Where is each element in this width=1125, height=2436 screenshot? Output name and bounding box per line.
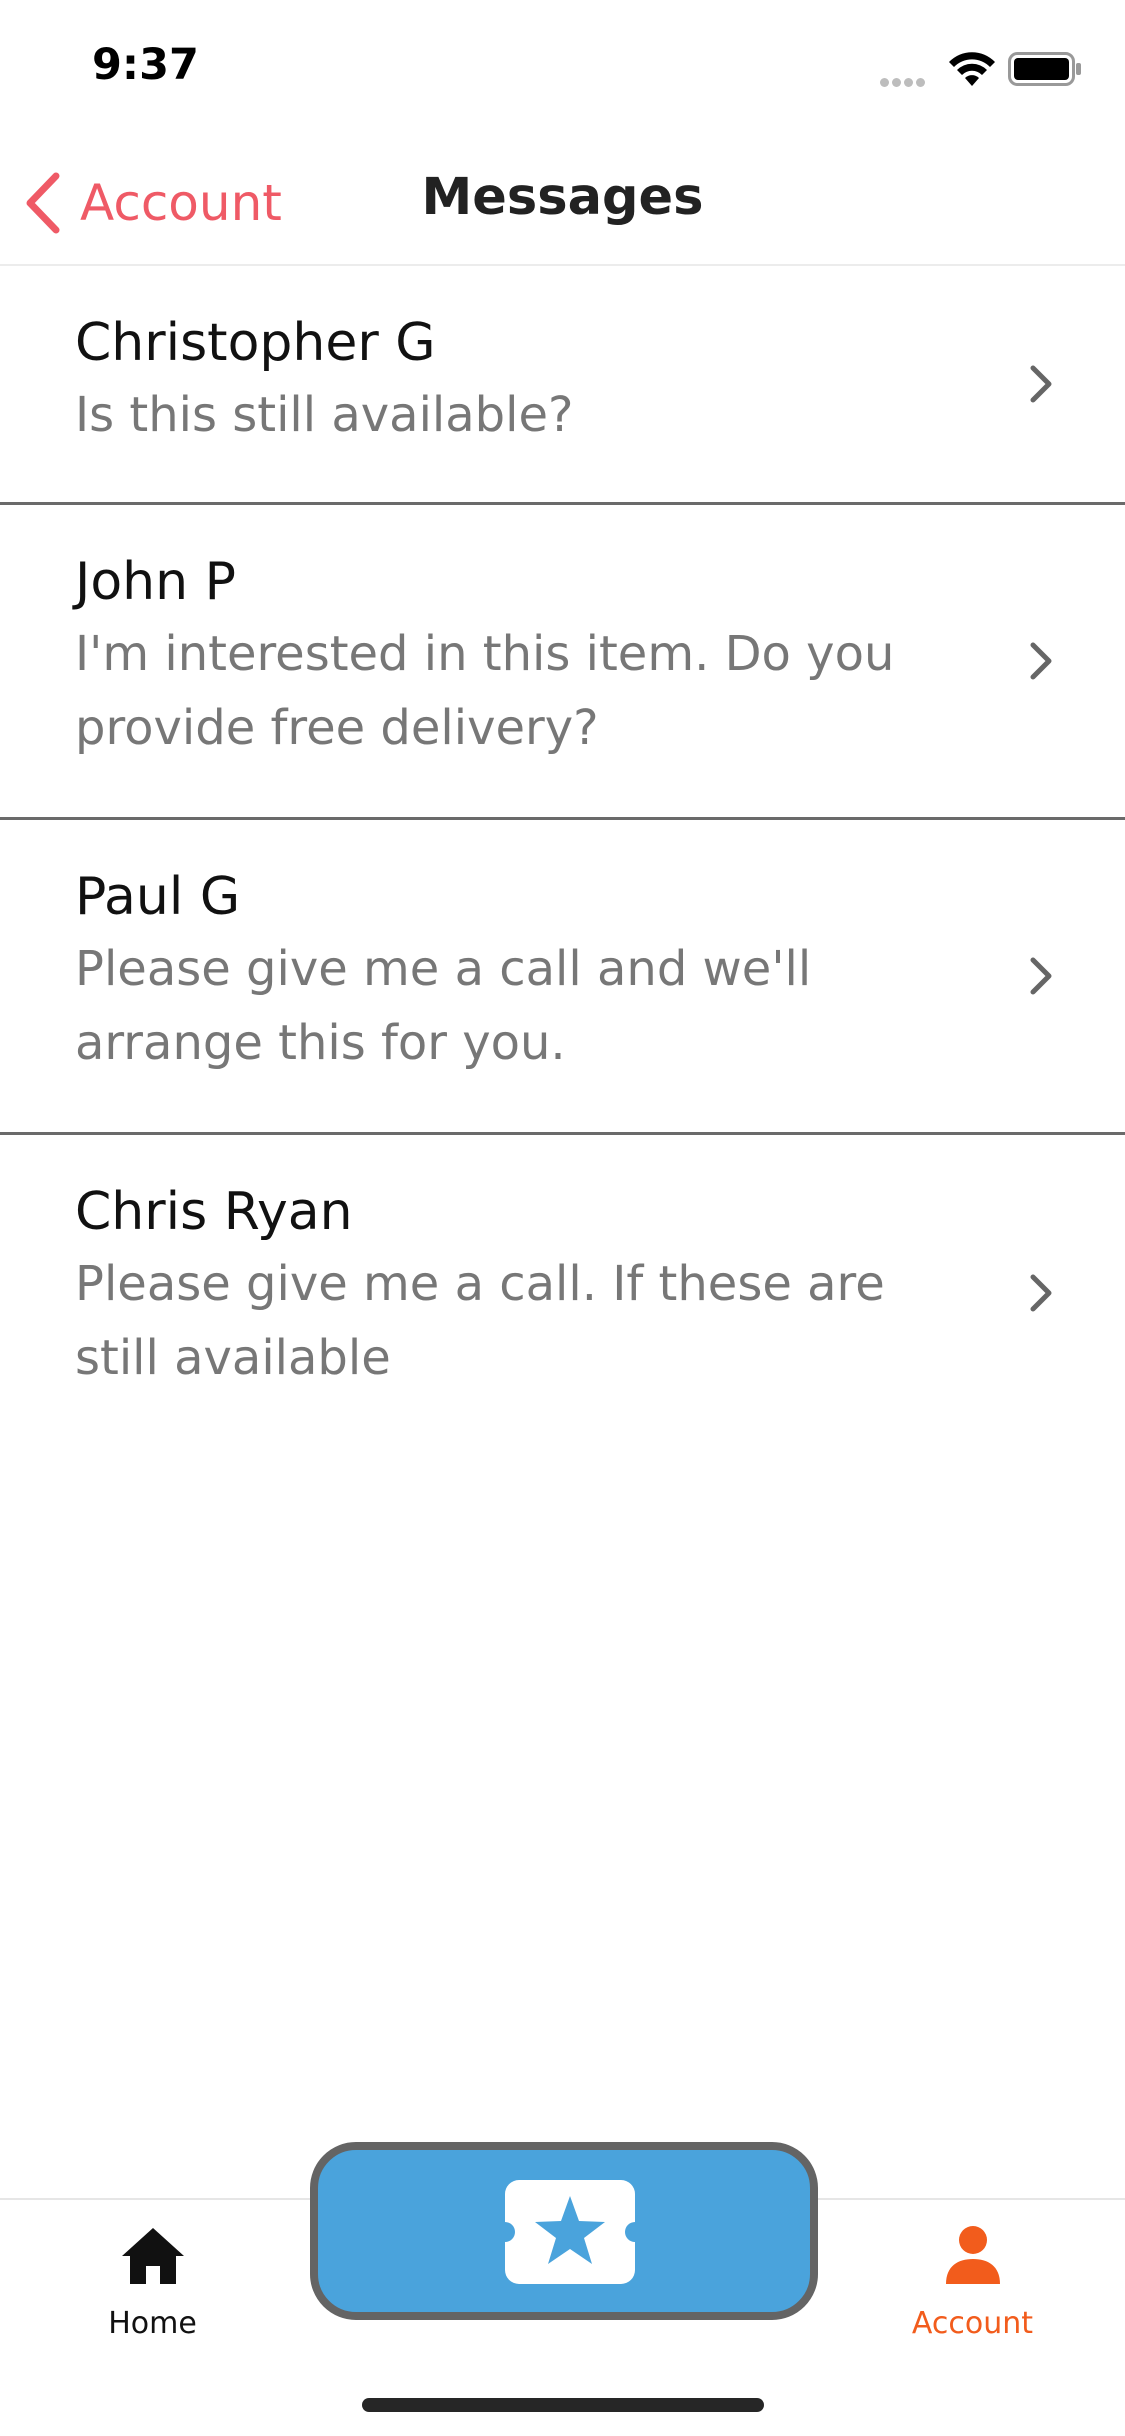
message-sender: Paul G	[75, 867, 241, 927]
tab-home-label: Home	[108, 2306, 197, 2341]
status-time: 9:37	[92, 40, 199, 90]
chevron-right-icon	[1030, 1274, 1052, 1311]
chevron-right-icon	[1030, 957, 1052, 995]
person-icon	[945, 2226, 1000, 2284]
message-preview: Is this still available?	[75, 387, 574, 443]
home-indicator	[362, 2398, 764, 2412]
tab-home[interactable]: Home	[80, 2222, 225, 2341]
ticket-star-icon	[505, 2180, 635, 2284]
page-title: Messages	[421, 168, 704, 227]
home-icon	[121, 2228, 184, 2284]
cellular-signal-icon	[880, 74, 934, 87]
messages-screen: 9:37 Account Messages Christopher G Is t…	[0, 0, 1125, 2436]
navigation-bar: Account Messages	[0, 140, 1125, 266]
tab-account-label: Account	[911, 2306, 1034, 2341]
message-row[interactable]: Chris Ryan Please give me a call. If the…	[0, 1135, 1125, 1450]
message-row[interactable]: Christopher G Is this still available?	[0, 266, 1125, 505]
chevron-right-icon	[1030, 642, 1052, 680]
message-preview: Please give me a call. If these are stil…	[75, 1256, 885, 1386]
message-row[interactable]: Paul G Please give me a call and we'll a…	[0, 820, 1125, 1135]
status-bar: 9:37	[0, 0, 1125, 140]
battery-icon	[1008, 52, 1081, 86]
message-sender: Chris Ryan	[75, 1182, 353, 1242]
chevron-right-icon	[1030, 365, 1052, 403]
message-preview: I'm interested in this item. Do you prov…	[75, 626, 895, 756]
message-preview: Please give me a call and we'll arrange …	[75, 941, 812, 1071]
message-sender: Christopher G	[75, 313, 436, 373]
center-action-button[interactable]	[310, 2142, 818, 2320]
wifi-icon	[949, 52, 995, 86]
message-sender: John P	[75, 552, 236, 612]
message-row[interactable]: John P I'm interested in this item. Do y…	[0, 505, 1125, 820]
message-list: Christopher G Is this still available? J…	[0, 266, 1125, 1450]
tab-account[interactable]: Account	[890, 2222, 1055, 2341]
